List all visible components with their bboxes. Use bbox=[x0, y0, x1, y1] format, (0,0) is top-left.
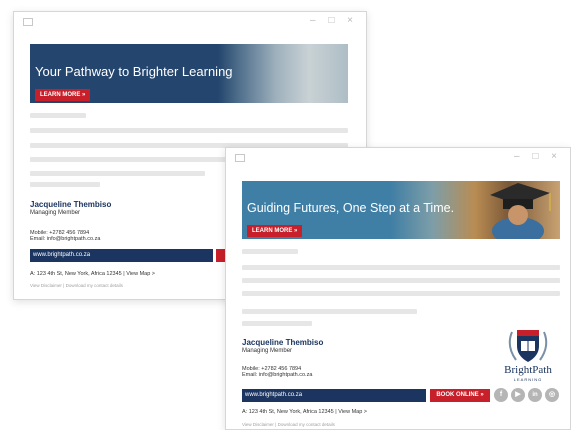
placeholder-line bbox=[242, 321, 312, 326]
footer-links: View Disclaimer | Download my contact de… bbox=[30, 283, 123, 288]
youtube-icon[interactable]: ▶ bbox=[511, 388, 525, 402]
placeholder-line bbox=[30, 171, 205, 176]
address-line: A: 123 4th St, New York, Africa 12345 | … bbox=[30, 271, 155, 277]
placeholder-line bbox=[242, 309, 417, 314]
download-contact-link[interactable]: Download my contact details bbox=[66, 283, 123, 288]
separator: | bbox=[63, 283, 65, 288]
book-online-button[interactable]: BOOK ONLINE » bbox=[430, 389, 490, 402]
address-text: A: 123 4th St, New York, Africa 12345 bbox=[242, 409, 334, 415]
disclaimer-link[interactable]: View Disclaimer bbox=[30, 283, 62, 288]
minimize-icon[interactable]: – bbox=[514, 151, 525, 162]
signature-block: Jacqueline Thembiso Managing Member Mobi… bbox=[242, 338, 323, 378]
placeholder-line bbox=[30, 113, 86, 118]
banner-headline: Guiding Futures, One Step at a Time. bbox=[247, 201, 455, 215]
signature-banner: Guiding Futures, One Step at a Time. LEA… bbox=[242, 181, 560, 239]
signature-banner: Your Pathway to Brighter Learning LEARN … bbox=[30, 44, 348, 103]
window-titlebar: – □ × bbox=[14, 12, 366, 32]
maximize-icon[interactable]: □ bbox=[532, 151, 543, 162]
footer-links: View Disclaimer | Download my contact de… bbox=[242, 422, 335, 427]
sender-title: Managing Member bbox=[30, 210, 81, 216]
linkedin-icon[interactable]: in bbox=[528, 388, 542, 402]
disclaimer-link[interactable]: View Disclaimer bbox=[242, 422, 274, 427]
logo-subtitle: LEARNING bbox=[513, 377, 543, 382]
view-map-link[interactable]: View Map > bbox=[126, 271, 155, 277]
website-link[interactable]: www.brightpath.co.za bbox=[242, 389, 426, 402]
placeholder-line bbox=[242, 265, 560, 270]
close-icon[interactable]: × bbox=[551, 151, 562, 162]
sender-title: Managing Member bbox=[242, 348, 293, 354]
sender-name: Jacqueline Thembiso bbox=[242, 338, 324, 347]
minimize-icon[interactable]: – bbox=[310, 15, 321, 26]
email-window-two: – □ × Guiding Futures, One Step at a Tim… bbox=[225, 147, 571, 430]
separator: | bbox=[123, 271, 125, 277]
view-map-link[interactable]: View Map > bbox=[338, 409, 367, 415]
placeholder-line bbox=[242, 249, 298, 254]
download-contact-link[interactable]: Download my contact details bbox=[278, 422, 335, 427]
instagram-icon[interactable]: ◎ bbox=[545, 388, 559, 402]
learn-more-button[interactable]: LEARN MORE » bbox=[35, 89, 91, 101]
window-icon bbox=[23, 18, 33, 26]
brightpath-shield-icon bbox=[508, 330, 548, 362]
placeholder-line bbox=[242, 291, 560, 296]
signature-block: Jacqueline Thembiso Managing Member Mobi… bbox=[30, 200, 111, 242]
banner-headline: Your Pathway to Brighter Learning bbox=[35, 64, 233, 79]
placeholder-line bbox=[30, 128, 348, 133]
logo-name: BrightPath bbox=[504, 364, 552, 376]
window-icon bbox=[235, 154, 245, 162]
close-icon[interactable]: × bbox=[347, 15, 358, 26]
separator: | bbox=[335, 409, 337, 415]
address-line: A: 123 4th St, New York, Africa 12345 | … bbox=[242, 409, 367, 415]
sender-email[interactable]: Email: info@brightpath.co.za bbox=[242, 372, 323, 378]
placeholder-line bbox=[242, 278, 560, 283]
website-link[interactable]: www.brightpath.co.za bbox=[30, 249, 213, 262]
maximize-icon[interactable]: □ bbox=[328, 15, 339, 26]
address-text: A: 123 4th St, New York, Africa 12345 bbox=[30, 271, 122, 277]
learn-more-button[interactable]: LEARN MORE » bbox=[247, 225, 303, 237]
banner-photo bbox=[218, 44, 348, 103]
facebook-icon[interactable]: f bbox=[494, 388, 508, 402]
sender-email[interactable]: Email: info@brightpath.co.za bbox=[30, 236, 111, 242]
brightpath-logo: BrightPath LEARNING bbox=[498, 326, 558, 382]
separator: | bbox=[275, 422, 277, 427]
placeholder-line bbox=[30, 182, 100, 187]
window-controls: – □ × bbox=[310, 15, 358, 26]
sender-name: Jacqueline Thembiso bbox=[30, 200, 112, 209]
window-controls: – □ × bbox=[514, 151, 562, 162]
window-titlebar: – □ × bbox=[226, 148, 570, 168]
